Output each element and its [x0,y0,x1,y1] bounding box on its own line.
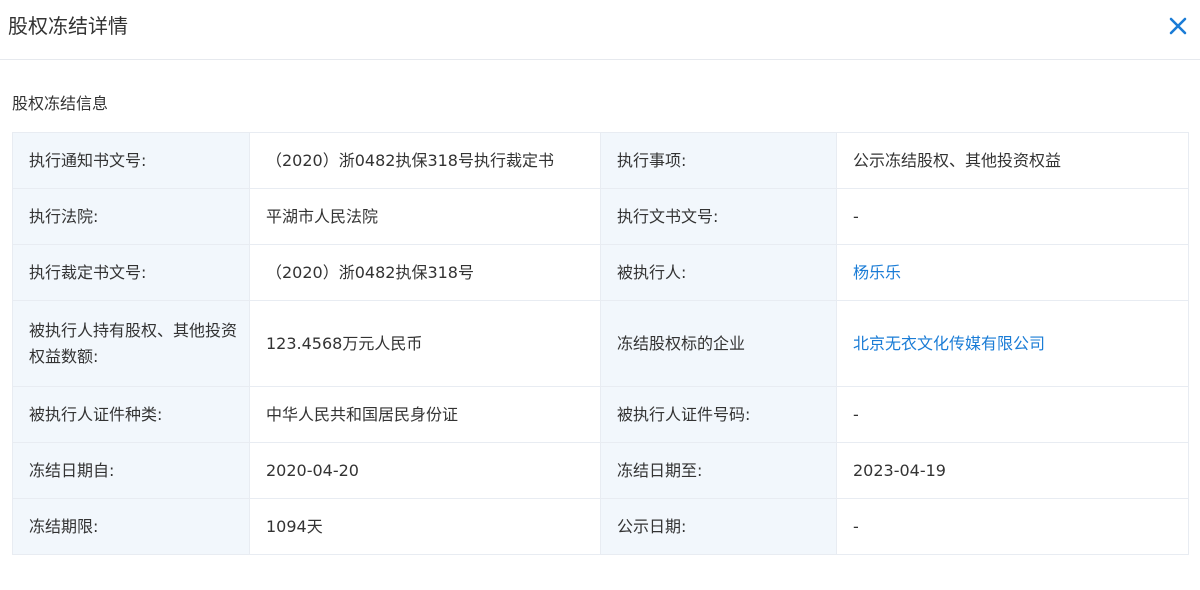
freeze-start-label: 冻结日期自: [12,442,250,499]
id-number-label: 被执行人证件号码: [600,386,837,443]
id-type-label: 被执行人证件种类: [12,386,250,443]
equity-amount-label: 被执行人持有股权、其他投资权益数额: [12,300,250,387]
table-row: 被执行人证件种类: 中华人民共和国居民身份证 被执行人证件号码: - [12,386,1189,443]
id-type-value: 中华人民共和国居民身份证 [249,386,601,443]
detail-table: 执行通知书文号: （2020）浙0482执保318号执行裁定书 执行事项: 公示… [12,132,1189,555]
notice-number-value: （2020）浙0482执保318号执行裁定书 [249,132,601,189]
table-row: 冻结期限: 1094天 公示日期: - [12,498,1189,555]
executee-label: 被执行人: [600,244,837,301]
ruling-number-label: 执行裁定书文号: [12,244,250,301]
execution-matter-label: 执行事项: [600,132,837,189]
table-row: 执行通知书文号: （2020）浙0482执保318号执行裁定书 执行事项: 公示… [12,132,1189,189]
execution-matter-value: 公示冻结股权、其他投资权益 [836,132,1189,189]
table-row: 冻结日期自: 2020-04-20 冻结日期至: 2023-04-19 [12,442,1189,499]
table-row: 执行裁定书文号: （2020）浙0482执保318号 被执行人: 杨乐乐 [12,244,1189,301]
modal-title: 股权冻结详情 [8,14,128,38]
freeze-period-label: 冻结期限: [12,498,250,555]
id-number-value: - [836,386,1189,443]
freeze-period-value: 1094天 [249,498,601,555]
equity-amount-value: 123.4568万元人民币 [249,300,601,387]
close-icon[interactable] [1166,14,1190,38]
publish-date-label: 公示日期: [600,498,837,555]
freeze-end-label: 冻结日期至: [600,442,837,499]
freeze-start-value: 2020-04-20 [249,442,601,499]
target-company-link[interactable]: 北京无衣文化传媒有限公司 [836,300,1189,387]
notice-number-label: 执行通知书文号: [12,132,250,189]
ruling-number-value: （2020）浙0482执保318号 [249,244,601,301]
table-row: 被执行人持有股权、其他投资权益数额: 123.4568万元人民币 冻结股权标的企… [12,300,1189,387]
equity-freeze-detail-modal: 股权冻结详情 股权冻结信息 执行通知书文号: （2020）浙0482执保318号… [0,0,1200,590]
document-number-value: - [836,188,1189,245]
freeze-end-value: 2023-04-19 [836,442,1189,499]
close-button[interactable] [1166,14,1190,38]
target-company-label: 冻结股权标的企业 [600,300,837,387]
publish-date-value: - [836,498,1189,555]
section-title: 股权冻结信息 [12,94,109,113]
document-number-label: 执行文书文号: [600,188,837,245]
court-value: 平湖市人民法院 [249,188,601,245]
executee-link[interactable]: 杨乐乐 [836,244,1189,301]
court-label: 执行法院: [12,188,250,245]
table-row: 执行法院: 平湖市人民法院 执行文书文号: - [12,188,1189,245]
modal-header: 股权冻结详情 [0,0,1200,60]
